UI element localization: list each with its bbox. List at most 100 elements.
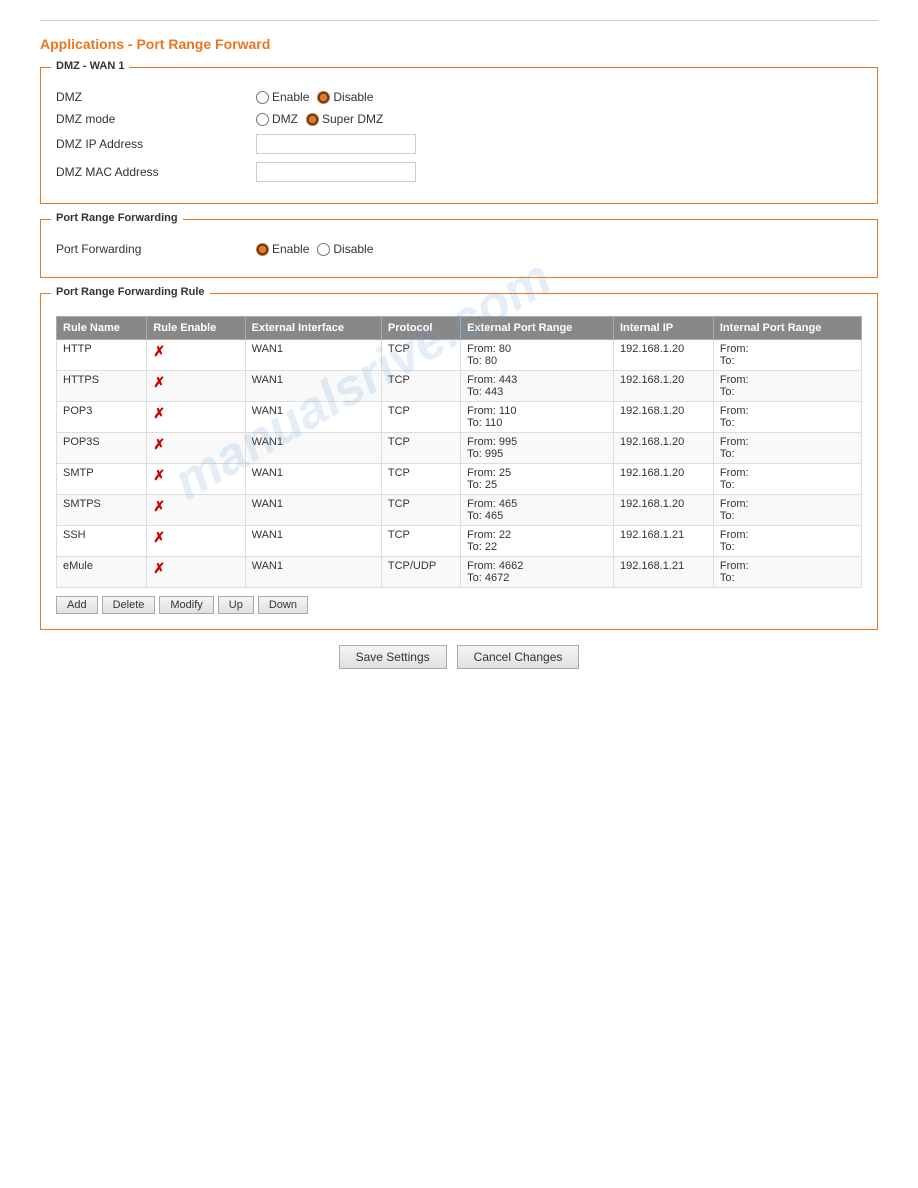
cell-ext-port-range: From: 110To: 110	[461, 402, 614, 433]
dmz-radio-group: Enable Disable	[256, 90, 373, 104]
dmz-ip-label: DMZ IP Address	[56, 137, 256, 151]
cell-internal-ip: 192.168.1.20	[613, 402, 713, 433]
cell-protocol: TCP	[381, 371, 460, 402]
table-row: eMule✗WAN1TCP/UDPFrom: 4662To: 4672192.1…	[57, 557, 862, 588]
cell-rule-enable: ✗	[147, 557, 245, 588]
save-settings-button[interactable]: Save Settings	[339, 645, 447, 669]
pf-disable-option[interactable]: Disable	[317, 242, 373, 256]
cell-protocol: TCP/UDP	[381, 557, 460, 588]
delete-button[interactable]: Delete	[102, 596, 156, 614]
cell-rule-name: SMTPS	[57, 495, 147, 526]
rule-disabled-icon: ✗	[153, 529, 165, 545]
cell-rule-enable: ✗	[147, 464, 245, 495]
cell-internal-ip: 192.168.1.20	[613, 464, 713, 495]
cell-ext-port-range: From: 80To: 80	[461, 340, 614, 371]
table-row: POP3✗WAN1TCPFrom: 110To: 110192.168.1.20…	[57, 402, 862, 433]
pf-enable-label: Enable	[272, 242, 309, 256]
pf-enable-option[interactable]: Enable	[256, 242, 309, 256]
dmz-disable-option[interactable]: Disable	[317, 90, 373, 104]
cell-rule-name: HTTPS	[57, 371, 147, 402]
dmz-mode-dmz-radio[interactable]	[256, 113, 269, 126]
table-row: HTTPS✗WAN1TCPFrom: 443To: 443192.168.1.2…	[57, 371, 862, 402]
col-protocol: Protocol	[381, 317, 460, 340]
dmz-mode-label: DMZ mode	[56, 112, 256, 126]
dmz-enable-label: Enable	[272, 90, 309, 104]
cell-ext-interface: WAN1	[245, 557, 381, 588]
dmz-mode-superdmz-option[interactable]: Super DMZ	[306, 112, 383, 126]
cell-int-port-range: From:To:	[713, 495, 861, 526]
rule-legend: Port Range Forwarding Rule	[51, 286, 210, 298]
cell-rule-enable: ✗	[147, 495, 245, 526]
cell-rule-enable: ✗	[147, 526, 245, 557]
cell-protocol: TCP	[381, 495, 460, 526]
dmz-ip-row: DMZ IP Address	[56, 134, 862, 154]
rule-disabled-icon: ✗	[153, 343, 165, 359]
cell-int-port-range: From:To:	[713, 402, 861, 433]
col-rule-enable: Rule Enable	[147, 317, 245, 340]
cell-ext-port-range: From: 465To: 465	[461, 495, 614, 526]
dmz-disable-label: Disable	[333, 90, 373, 104]
down-button[interactable]: Down	[258, 596, 308, 614]
cell-rule-name: POP3	[57, 402, 147, 433]
dmz-section: DMZ - WAN 1 DMZ Enable Disable D	[40, 67, 878, 204]
dmz-mode-superdmz-radio[interactable]	[306, 113, 319, 126]
table-row: SMTP✗WAN1TCPFrom: 25To: 25192.168.1.20Fr…	[57, 464, 862, 495]
top-divider	[40, 20, 878, 21]
rule-disabled-icon: ✗	[153, 560, 165, 576]
cell-internal-ip: 192.168.1.21	[613, 526, 713, 557]
col-rule-name: Rule Name	[57, 317, 147, 340]
up-button[interactable]: Up	[218, 596, 254, 614]
bottom-button-row: Save Settings Cancel Changes	[40, 645, 878, 669]
dmz-enable-option[interactable]: Enable	[256, 90, 309, 104]
dmz-row: DMZ Enable Disable	[56, 90, 862, 104]
cell-ext-interface: WAN1	[245, 433, 381, 464]
pf-disable-label: Disable	[333, 242, 373, 256]
cell-ext-interface: WAN1	[245, 495, 381, 526]
cell-internal-ip: 192.168.1.20	[613, 433, 713, 464]
cell-internal-ip: 192.168.1.20	[613, 371, 713, 402]
pf-disable-radio[interactable]	[317, 243, 330, 256]
cell-int-port-range: From:To:	[713, 464, 861, 495]
cell-ext-port-range: From: 443To: 443	[461, 371, 614, 402]
dmz-mac-input[interactable]	[256, 162, 416, 182]
cell-rule-enable: ✗	[147, 340, 245, 371]
dmz-mode-dmz-label: DMZ	[272, 112, 298, 126]
cell-ext-interface: WAN1	[245, 340, 381, 371]
dmz-disable-radio[interactable]	[317, 91, 330, 104]
rule-table: Rule Name Rule Enable External Interface…	[56, 316, 862, 588]
cell-int-port-range: From:To:	[713, 340, 861, 371]
rule-disabled-icon: ✗	[153, 467, 165, 483]
pf-enable-radio[interactable]	[256, 243, 269, 256]
dmz-mac-row: DMZ MAC Address	[56, 162, 862, 182]
dmz-mode-dmz-option[interactable]: DMZ	[256, 112, 298, 126]
cell-protocol: TCP	[381, 433, 460, 464]
port-forwarding-radio-group: Enable Disable	[256, 242, 373, 256]
cell-internal-ip: 192.168.1.21	[613, 557, 713, 588]
cell-ext-port-range: From: 22To: 22	[461, 526, 614, 557]
dmz-mac-label: DMZ MAC Address	[56, 165, 256, 179]
cell-protocol: TCP	[381, 464, 460, 495]
dmz-enable-radio[interactable]	[256, 91, 269, 104]
rule-disabled-icon: ✗	[153, 498, 165, 514]
cell-ext-port-range: From: 25To: 25	[461, 464, 614, 495]
cell-ext-interface: WAN1	[245, 526, 381, 557]
dmz-ip-input[interactable]	[256, 134, 416, 154]
cell-rule-name: POP3S	[57, 433, 147, 464]
dmz-legend: DMZ - WAN 1	[51, 60, 129, 72]
table-row: HTTP✗WAN1TCPFrom: 80To: 80192.168.1.20Fr…	[57, 340, 862, 371]
cell-internal-ip: 192.168.1.20	[613, 495, 713, 526]
cancel-changes-button[interactable]: Cancel Changes	[457, 645, 580, 669]
modify-button[interactable]: Modify	[159, 596, 213, 614]
col-internal-ip: Internal IP	[613, 317, 713, 340]
rule-disabled-icon: ✗	[153, 374, 165, 390]
port-forwarding-legend: Port Range Forwarding	[51, 212, 183, 224]
table-button-row: Add Delete Modify Up Down	[56, 596, 862, 614]
cell-int-port-range: From:To:	[713, 433, 861, 464]
cell-protocol: TCP	[381, 340, 460, 371]
rule-disabled-icon: ✗	[153, 405, 165, 421]
add-button[interactable]: Add	[56, 596, 98, 614]
col-ext-port-range: External Port Range	[461, 317, 614, 340]
cell-rule-enable: ✗	[147, 371, 245, 402]
cell-int-port-range: From:To:	[713, 371, 861, 402]
col-ext-interface: External Interface	[245, 317, 381, 340]
